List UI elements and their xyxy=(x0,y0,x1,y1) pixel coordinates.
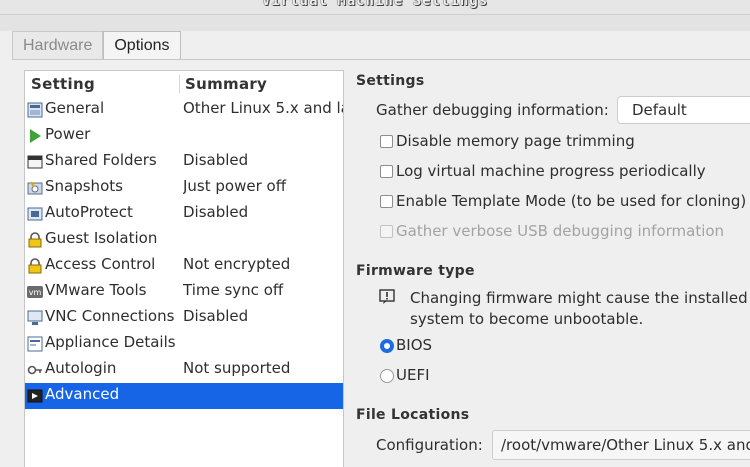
tab-hardware[interactable]: Hardware xyxy=(12,31,104,59)
list-item-access-control[interactable]: Access Control Not encrypted xyxy=(25,253,343,279)
play-icon xyxy=(30,129,41,143)
options-panel: Settings Gather debugging information: D… xyxy=(344,60,750,467)
file-locations-heading: File Locations xyxy=(356,407,470,423)
tab-options[interactable]: Options xyxy=(103,31,181,59)
lock-icon xyxy=(28,258,42,274)
general-icon xyxy=(27,102,43,118)
list-item-guest-isolation[interactable]: Guest Isolation xyxy=(25,227,343,253)
svg-text:vm: vm xyxy=(29,288,42,297)
list-item-snapshots[interactable]: Snapshots Just power off xyxy=(25,175,343,201)
column-header-setting[interactable]: Setting xyxy=(31,75,95,93)
label-disable-memory-trimming[interactable]: Disable memory page trimming xyxy=(396,132,635,150)
tab-bar: Hardware Options xyxy=(12,30,181,59)
appliance-icon xyxy=(27,336,43,352)
lock-icon xyxy=(28,232,42,248)
list-item-advanced[interactable]: Advanced xyxy=(25,383,343,409)
label-bios[interactable]: BIOS xyxy=(396,336,432,354)
list-item-shared-folders[interactable]: Shared Folders Disabled xyxy=(25,149,343,175)
list-item-power[interactable]: Power xyxy=(25,123,343,149)
firmware-warning-line2: system to become unbootable. xyxy=(410,310,644,328)
folder-icon xyxy=(27,155,43,169)
configuration-path-value: /root/vmware/Other Linux 5.x and xyxy=(501,436,750,454)
configuration-path-field[interactable]: /root/vmware/Other Linux 5.x and xyxy=(492,430,750,460)
label-uefi[interactable]: UEFI xyxy=(396,366,430,384)
checkbox-log-progress[interactable] xyxy=(380,165,393,178)
snapshot-icon xyxy=(27,181,43,195)
checkbox-disable-memory-trimming[interactable] xyxy=(380,135,393,148)
title-bar: Virtual Machine Settings xyxy=(0,0,750,14)
radio-bios[interactable] xyxy=(380,339,394,353)
label-verbose-usb: Gather verbose USB debugging information xyxy=(396,222,725,240)
radio-uefi[interactable] xyxy=(380,369,394,383)
list-item-general[interactable]: General Other Linux 5.x and la xyxy=(25,97,343,123)
firmware-warning-line1: Changing firmware might cause the instal… xyxy=(410,289,750,307)
autoprotect-icon xyxy=(27,207,43,221)
firmware-heading: Firmware type xyxy=(356,263,475,279)
debug-dropdown[interactable]: Default xyxy=(617,96,750,124)
configuration-label: Configuration: xyxy=(376,436,483,454)
list-item-autologin[interactable]: Autologin Not supported xyxy=(25,357,343,383)
advanced-icon xyxy=(27,389,43,403)
debug-label: Gather debugging information: xyxy=(376,101,609,119)
list-item-autoprotect[interactable]: AutoProtect Disabled xyxy=(25,201,343,227)
list-header: Setting Summary xyxy=(25,71,343,97)
list-item-vmware-tools[interactable]: vm VMware Tools Time sync off xyxy=(25,279,343,305)
list-item-appliance-details[interactable]: Appliance Details xyxy=(25,331,343,357)
settings-list[interactable]: Setting Summary General Other Linux 5.x … xyxy=(24,70,344,467)
column-header-summary[interactable]: Summary xyxy=(185,75,267,93)
key-icon xyxy=(27,365,42,375)
column-separator xyxy=(179,75,180,93)
checkbox-template-mode[interactable] xyxy=(380,195,393,208)
window-title: Virtual Machine Settings xyxy=(261,0,489,9)
tab-strip-background xyxy=(0,14,750,31)
label-template-mode[interactable]: Enable Template Mode (to be used for clo… xyxy=(396,192,746,210)
debug-dropdown-value: Default xyxy=(632,101,687,119)
checkbox-verbose-usb xyxy=(380,225,393,238)
monitor-icon xyxy=(27,310,43,325)
vmware-tools-icon: vm xyxy=(27,286,43,298)
label-log-progress[interactable]: Log virtual machine progress periodicall… xyxy=(396,162,706,180)
warning-icon xyxy=(379,289,395,304)
settings-heading: Settings xyxy=(356,73,425,89)
list-item-vnc-connections[interactable]: VNC Connections Disabled xyxy=(25,305,343,331)
